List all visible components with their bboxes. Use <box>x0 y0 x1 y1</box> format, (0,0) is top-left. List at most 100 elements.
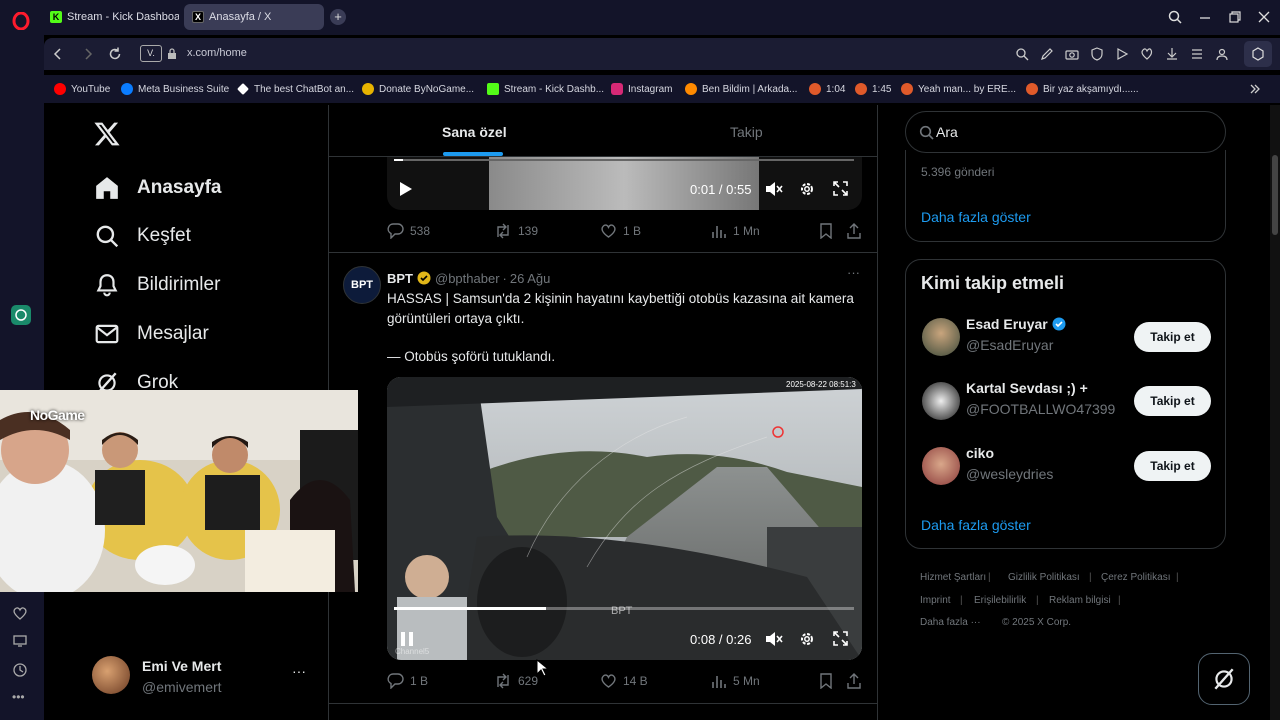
pause-icon[interactable] <box>400 631 414 647</box>
footer-link[interactable]: Çerez Politikası <box>1101 572 1170 583</box>
follow-suggestion[interactable]: Kartal Sevdası ;) + @FOOTBALLWO47399 Tak… <box>922 378 1222 428</box>
bookmark-bynogame[interactable]: Donate ByNoGame... <box>362 81 474 97</box>
tweet-date[interactable]: 26 Ağu <box>510 271 551 286</box>
history-icon[interactable] <box>12 662 28 678</box>
bookmark-meta[interactable]: Meta Business Suite <box>121 81 229 97</box>
retweet-button[interactable]: 139 <box>494 223 538 239</box>
footer-link[interactable]: Erişilebilirlik <box>974 595 1026 606</box>
retweet-button[interactable]: 629 <box>494 673 538 689</box>
bookmark-benbildim[interactable]: Ben Bildim | Arkada... <box>685 81 797 97</box>
video-progress-track[interactable] <box>394 607 854 610</box>
restore-icon[interactable] <box>1227 9 1243 25</box>
vpn-badge[interactable]: V. <box>140 45 162 62</box>
opera-logo-icon[interactable] <box>8 8 34 34</box>
lock-icon[interactable] <box>167 48 177 60</box>
like-button[interactable]: 14 B <box>600 673 648 689</box>
bookmark-clip-3[interactable]: Yeah man... by ERE... <box>901 81 1016 97</box>
chatgpt-icon[interactable] <box>11 305 31 325</box>
camera-icon[interactable] <box>1065 47 1079 61</box>
profile-icon[interactable] <box>1215 47 1229 61</box>
mute-icon[interactable] <box>765 631 783 647</box>
footer-link[interactable]: Imprint <box>920 595 951 606</box>
bookmark-clip-2[interactable]: 1:45 <box>855 81 891 97</box>
tab-following[interactable]: Takip <box>730 124 763 140</box>
follow-button[interactable]: Takip et <box>1134 451 1211 481</box>
footer-link[interactable]: Daha fazla ··· <box>920 617 981 628</box>
back-icon[interactable] <box>50 46 66 62</box>
chevron-right-double-icon[interactable] <box>1249 83 1261 95</box>
avatar[interactable]: BPT <box>343 266 381 304</box>
video-player[interactable]: 2025-08-22 08:51:3 BPT Channel5 0:08 / 0… <box>387 377 862 660</box>
sidebar-item-home[interactable]: Anasayfa <box>94 175 222 201</box>
download-icon[interactable] <box>1165 47 1179 61</box>
follow-suggestion[interactable]: ciko @wesleydries Takip et <box>922 443 1222 493</box>
gear-icon[interactable] <box>799 181 815 197</box>
share-icon[interactable] <box>847 223 861 239</box>
bookmark-instagram[interactable]: Instagram <box>611 81 672 97</box>
footer-link[interactable]: Hizmet Şartları <box>920 572 986 583</box>
search-box[interactable]: Ara <box>905 111 1226 153</box>
page-scrollbar[interactable] <box>1270 105 1280 720</box>
gear-icon[interactable] <box>799 631 815 647</box>
follow-button[interactable]: Takip et <box>1134 322 1211 352</box>
fullscreen-icon[interactable] <box>833 631 848 646</box>
url-field[interactable]: x.com/home <box>187 47 247 59</box>
footer-link[interactable]: Reklam bilgisi <box>1049 595 1111 606</box>
bookmark-youtube[interactable]: YouTube <box>54 81 110 97</box>
close-icon[interactable] <box>1256 9 1272 25</box>
forward-icon[interactable] <box>80 46 96 62</box>
bookmark-icon[interactable] <box>819 673 833 689</box>
clip-icon <box>855 83 867 95</box>
tab-anasayfa-x[interactable]: X Anasayfa / X <box>184 4 324 30</box>
video-progress-track[interactable] <box>394 159 854 161</box>
tweet-more-icon[interactable]: ··· <box>847 265 860 280</box>
play-icon[interactable] <box>399 181 413 197</box>
minimize-icon[interactable] <box>1197 9 1213 25</box>
bookmark-icon[interactable] <box>819 223 833 239</box>
reply-button[interactable]: 538 <box>387 223 430 239</box>
extensions-button[interactable] <box>1244 41 1272 67</box>
show-more-link[interactable]: Daha fazla göster <box>921 517 1031 533</box>
scrollbar-thumb[interactable] <box>1272 155 1278 235</box>
author-name[interactable]: BPT <box>387 271 413 286</box>
follow-suggestion[interactable]: Esad Eruyar @EsadEruyar Takip et <box>922 314 1222 364</box>
reload-icon[interactable] <box>107 46 123 62</box>
more-icon[interactable]: ••• <box>12 690 25 704</box>
sidebar-item-notifications[interactable]: Bildirimler <box>94 272 220 298</box>
author-handle[interactable]: @bpthaber <box>435 271 500 286</box>
account-switcher[interactable]: Emi Ve Mert @emivemert ··· <box>92 655 316 697</box>
heart-icon[interactable] <box>12 605 28 621</box>
views-button[interactable]: 1 Mn <box>711 223 760 239</box>
heart-icon[interactable] <box>1140 47 1154 61</box>
shield-icon[interactable] <box>1090 47 1104 61</box>
bookmarks-bar: YouTube Meta Business Suite The best Cha… <box>44 75 1280 103</box>
footer-link[interactable]: Gizlilik Politikası <box>1008 572 1080 583</box>
menu-icon[interactable] <box>1190 47 1204 61</box>
show-more-link[interactable]: Daha fazla göster <box>921 209 1031 225</box>
follow-button[interactable]: Takip et <box>1134 386 1211 416</box>
bookmark-chatbot[interactable]: The best ChatBot an... <box>237 81 354 97</box>
edit-icon[interactable] <box>1040 47 1054 61</box>
x-logo-icon[interactable] <box>93 120 121 148</box>
bookmark-clip-4[interactable]: Bir yaz akşamıydı...... <box>1026 81 1139 97</box>
tab-for-you[interactable]: Sana özel <box>442 124 507 140</box>
views-button[interactable]: 5 Mn <box>711 673 760 689</box>
reply-button[interactable]: 1 B <box>387 673 428 689</box>
bookmark-kick[interactable]: Stream - Kick Dashb... <box>487 81 604 97</box>
share-icon[interactable] <box>847 673 861 689</box>
grok-floating-button[interactable] <box>1198 653 1250 705</box>
video-player[interactable]: 0:01 / 0:55 <box>387 157 862 210</box>
fullscreen-icon[interactable] <box>833 181 848 196</box>
search-input[interactable]: Ara <box>936 124 958 140</box>
play-icon[interactable] <box>1115 47 1129 61</box>
search-tabs-icon[interactable] <box>1167 9 1183 25</box>
sidebar-item-explore[interactable]: Keşfet <box>94 223 191 249</box>
sidebar-item-messages[interactable]: Mesajlar <box>94 321 209 347</box>
mute-icon[interactable] <box>765 181 783 197</box>
like-button[interactable]: 1 B <box>600 223 641 239</box>
tab-kick-dashboard[interactable]: K Stream - Kick Dashboard <box>42 4 179 30</box>
zoom-icon[interactable] <box>1015 47 1029 61</box>
bookmark-clip-1[interactable]: 1:04 <box>809 81 845 97</box>
display-icon[interactable] <box>12 633 28 649</box>
new-tab-button[interactable]: + <box>330 9 346 25</box>
